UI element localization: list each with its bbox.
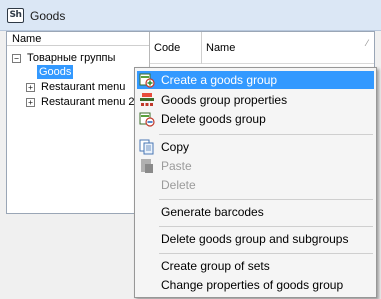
collapse-icon[interactable]: −	[12, 54, 21, 63]
goods-window: Sh Goods Name − Товарные группы Goods + …	[0, 0, 381, 299]
menu-generate-barcodes[interactable]: Generate barcodes	[137, 203, 374, 221]
context-menu: Create a goods group Goods group propert…	[134, 67, 377, 298]
create-group-icon	[139, 73, 155, 88]
menu-copy[interactable]: Copy	[137, 138, 374, 156]
tree-header-label: Name	[12, 33, 42, 45]
title-bar[interactable]: Sh Goods	[0, 0, 381, 31]
grid-header: Code Name ⁄	[150, 32, 374, 64]
column-header-label: Code	[154, 42, 181, 54]
menu-item-label: Create group of sets	[161, 259, 270, 273]
expand-icon[interactable]: +	[26, 98, 35, 107]
tree-item-label[interactable]: Restaurant menu	[41, 80, 125, 94]
sort-indicator-icon: ⁄	[366, 38, 368, 48]
group-properties-icon	[140, 93, 154, 106]
menu-separator	[159, 253, 373, 254]
menu-delete[interactable]: Delete	[137, 176, 374, 194]
menu-item-label: Generate barcodes	[161, 205, 264, 219]
menu-item-label: Delete	[161, 178, 196, 192]
tree-header[interactable]: Name	[7, 32, 149, 46]
menu-separator	[159, 134, 373, 135]
menu-item-label: Delete goods group and subgroups	[161, 232, 349, 246]
menu-item-label: Delete goods group	[161, 112, 266, 126]
column-header-code[interactable]: Code	[150, 32, 202, 64]
expand-icon[interactable]: +	[26, 83, 35, 92]
menu-item-label: Paste	[161, 159, 192, 173]
column-header-name[interactable]: Name ⁄	[202, 32, 374, 64]
menu-create-group-of-sets[interactable]: Create group of sets	[137, 257, 374, 275]
menu-goods-group-properties[interactable]: Goods group properties	[137, 91, 374, 109]
menu-paste[interactable]: Paste	[137, 157, 374, 175]
menu-delete-goods-group[interactable]: Delete goods group	[137, 110, 374, 128]
menu-delete-group-and-subgroups[interactable]: Delete goods group and subgroups	[137, 230, 374, 248]
delete-group-icon	[139, 112, 155, 127]
app-logo-icon: Sh	[7, 8, 24, 23]
menu-separator	[159, 226, 373, 227]
group-tree: Name − Товарные группы Goods + Restauran…	[7, 32, 149, 213]
menu-item-label: Create a goods group	[161, 73, 278, 87]
menu-item-label: Change properties of goods group	[161, 278, 344, 292]
menu-change-group-properties[interactable]: Change properties of goods group	[137, 276, 374, 294]
menu-item-label: Goods group properties	[161, 93, 288, 107]
column-header-label: Name	[206, 42, 236, 54]
menu-separator	[159, 199, 373, 200]
paste-icon	[141, 159, 153, 173]
tree-item-label[interactable]: Goods	[37, 65, 74, 79]
menu-create-goods-group[interactable]: Create a goods group	[137, 71, 374, 89]
window-title: Goods	[30, 9, 66, 23]
menu-item-label: Copy	[161, 140, 190, 154]
tree-item-label[interactable]: Restaurant menu 2	[41, 95, 135, 109]
copy-icon	[139, 139, 154, 155]
tree-item-label[interactable]: Товарные группы	[27, 51, 115, 65]
